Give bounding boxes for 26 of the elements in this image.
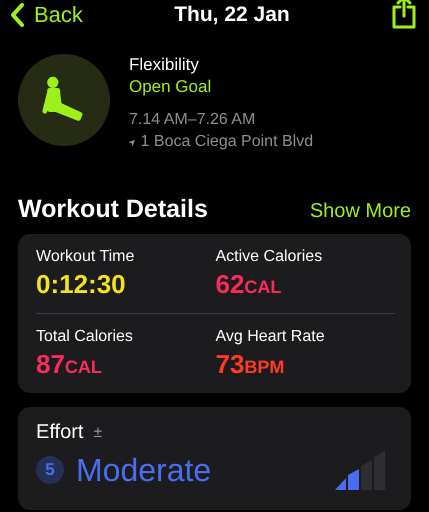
metric-value: 0:12:30 <box>36 269 126 299</box>
metric-value: 87 <box>36 349 65 379</box>
workout-name: Flexibility <box>129 55 200 75</box>
metric-unit: CAL <box>244 277 282 297</box>
metric-label: Avg Heart Rate <box>216 328 326 346</box>
metric-label: Total Calories <box>36 328 134 346</box>
metric-value: 62 <box>216 269 244 299</box>
time-range: 7.14 AM–7.26 AM <box>129 111 256 129</box>
effort-title: Effort <box>36 421 84 444</box>
location-arrow-icon: ➤ <box>126 135 140 149</box>
section-title: Workout Details <box>18 195 208 224</box>
effort-score: 5 <box>36 456 64 484</box>
metric-label: Active Calories <box>216 248 324 266</box>
adjust-icon[interactable]: ± <box>93 424 102 442</box>
effort-rating: Moderate <box>76 452 212 488</box>
metric-value: 73 <box>216 349 244 379</box>
nav-title: Thu, 22 Jan <box>174 3 290 27</box>
chevron-left-icon <box>10 3 24 27</box>
metric-unit: CAL <box>64 357 102 377</box>
metric-label: Workout Time <box>36 248 136 266</box>
back-button[interactable]: Back <box>10 2 83 28</box>
metric-unit: BPM <box>244 357 284 377</box>
share-icon[interactable] <box>390 0 417 29</box>
show-more-link[interactable]: Show More <box>310 200 411 223</box>
location: 1 Boca Ciega Point Blvd <box>140 133 314 151</box>
workout-goal: Open Goal <box>129 77 212 97</box>
